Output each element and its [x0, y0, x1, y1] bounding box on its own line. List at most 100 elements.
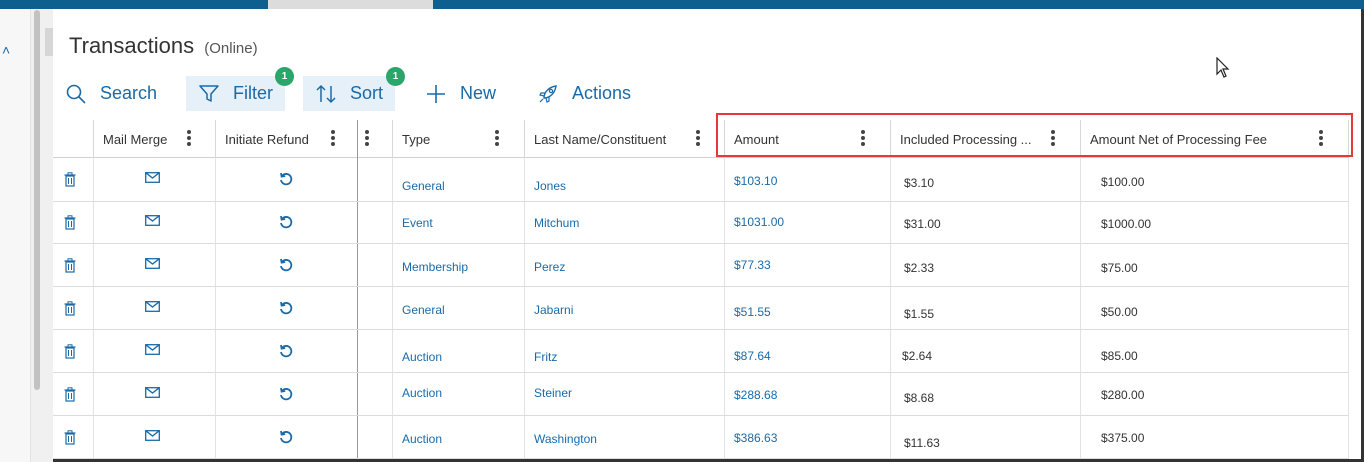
plus-icon	[427, 84, 445, 103]
table-row: Auction Steiner $288.68 $8.68 $280.00	[53, 373, 1349, 416]
type-cell-text[interactable]: Event	[402, 216, 433, 230]
type-cell-text[interactable]: General	[402, 303, 445, 317]
delete-cell	[53, 330, 94, 372]
sort-count-badge: 1	[386, 67, 405, 86]
initiate-refund-cell	[216, 287, 358, 329]
envelope-icon[interactable]	[145, 301, 160, 312]
trash-icon[interactable]	[64, 301, 76, 316]
top-bar	[0, 0, 1364, 9]
kebab-icon[interactable]	[696, 130, 700, 148]
filter-button[interactable]: Filter 1	[186, 67, 294, 111]
envelope-icon[interactable]	[145, 387, 160, 398]
refund-icon[interactable]	[279, 215, 293, 229]
amount-cell-text[interactable]: $77.33	[734, 258, 771, 272]
last-name-cell-text[interactable]: Washington	[534, 432, 597, 446]
filter-count-badge: 1	[275, 67, 294, 86]
refund-icon[interactable]	[279, 387, 293, 401]
refund-icon[interactable]	[279, 430, 293, 444]
initiate-refund-cell	[216, 330, 358, 372]
active-tab-indicator[interactable]	[268, 0, 433, 9]
amount-cell-text[interactable]: $87.64	[734, 349, 771, 363]
amount-cell-text[interactable]: $386.63	[734, 431, 777, 445]
header-blank-column[interactable]	[358, 120, 393, 158]
included-fee-cell-text: $31.00	[904, 217, 941, 231]
scrollbar-handle[interactable]	[45, 28, 53, 56]
amount-cell-text[interactable]: $51.55	[734, 305, 771, 319]
amount-net-cell: $100.00	[1081, 158, 1349, 201]
trash-icon[interactable]	[64, 344, 76, 359]
envelope-icon[interactable]	[145, 430, 160, 441]
trash-icon[interactable]	[64, 172, 76, 187]
refund-icon[interactable]	[279, 344, 293, 358]
amount-net-cell-text: $85.00	[1101, 349, 1138, 363]
amount-net-cell: $375.00	[1081, 416, 1349, 458]
sort-button[interactable]: Sort 1	[303, 67, 405, 111]
type-cell-text[interactable]: Membership	[402, 260, 468, 274]
last-name-cell-text[interactable]: Jabarni	[534, 303, 573, 317]
last-name-cell-text[interactable]: Steiner	[534, 386, 572, 400]
delete-cell	[53, 373, 94, 415]
last-name-cell: Perez	[525, 244, 725, 286]
actions-button[interactable]: Actions	[538, 76, 631, 111]
type-cell-text[interactable]: Auction	[402, 386, 442, 400]
type-cell-text[interactable]: Auction	[402, 432, 442, 446]
amount-cell-text[interactable]: $103.10	[734, 174, 777, 188]
envelope-icon[interactable]	[145, 258, 160, 269]
kebab-icon[interactable]	[495, 130, 499, 148]
trash-icon[interactable]	[64, 430, 76, 445]
scrollbar-thumb[interactable]	[34, 10, 40, 390]
included-fee-cell-text: $3.10	[904, 176, 935, 190]
blank-cell	[358, 244, 393, 286]
header-mail-merge[interactable]: Mail Merge	[94, 120, 216, 158]
mail-merge-cell	[94, 244, 216, 286]
blank-cell	[358, 158, 393, 201]
amount-net-cell-text: $280.00	[1101, 388, 1145, 402]
last-name-cell: Steiner	[525, 373, 725, 415]
envelope-icon[interactable]	[145, 172, 160, 183]
refund-icon[interactable]	[279, 258, 293, 272]
trash-icon[interactable]	[64, 258, 76, 273]
last-name-cell-text[interactable]: Jones	[534, 179, 566, 193]
included-fee-cell: $8.68	[891, 373, 1081, 415]
header-initiate-refund-label: Initiate Refund	[225, 131, 309, 147]
type-cell-text[interactable]: General	[402, 179, 445, 193]
new-button[interactable]: New	[426, 76, 496, 111]
last-name-cell-text[interactable]: Perez	[534, 260, 565, 274]
rocket-icon	[539, 84, 557, 103]
last-name-cell-text[interactable]: Mitchum	[534, 216, 579, 230]
mail-merge-cell	[94, 158, 216, 201]
trash-icon[interactable]	[64, 215, 76, 230]
refund-icon[interactable]	[279, 301, 293, 315]
amount-net-cell-text: $100.00	[1101, 175, 1145, 189]
trash-icon[interactable]	[64, 387, 76, 402]
envelope-icon[interactable]	[145, 215, 160, 226]
header-type[interactable]: Type	[393, 120, 525, 158]
envelope-icon[interactable]	[145, 344, 160, 355]
type-cell: Auction	[393, 330, 525, 372]
chevron-up-icon[interactable]: ˄	[2, 42, 10, 58]
kebab-icon[interactable]	[331, 130, 335, 148]
header-last-name[interactable]: Last Name/Constituent	[525, 120, 725, 158]
amount-net-cell: $75.00	[1081, 244, 1349, 286]
last-name-cell: Washington	[525, 416, 725, 458]
amount-cell-text[interactable]: $1031.00	[734, 215, 784, 229]
type-cell: Auction	[393, 416, 525, 458]
search-button[interactable]: Search	[66, 76, 157, 111]
amount-net-cell: $1000.00	[1081, 202, 1349, 243]
last-name-cell-text[interactable]: Fritz	[534, 350, 557, 364]
blank-cell	[358, 373, 393, 415]
kebab-icon[interactable]	[365, 130, 369, 148]
amount-net-cell-text: $50.00	[1101, 305, 1138, 319]
type-cell: Event	[393, 202, 525, 243]
type-cell-text[interactable]: Auction	[402, 350, 442, 364]
amount-net-cell: $50.00	[1081, 287, 1349, 329]
kebab-icon[interactable]	[187, 130, 191, 148]
included-fee-cell: $31.00	[891, 202, 1081, 243]
delete-cell	[53, 287, 94, 329]
amount-cell-text[interactable]: $288.68	[734, 388, 777, 402]
last-name-cell: Jones	[525, 158, 725, 201]
header-initiate-refund[interactable]: Initiate Refund	[216, 120, 358, 158]
table-row: Event Mitchum $1031.00 $31.00 $1000.00	[53, 202, 1349, 244]
refund-icon[interactable]	[279, 172, 293, 186]
blank-cell	[358, 202, 393, 243]
